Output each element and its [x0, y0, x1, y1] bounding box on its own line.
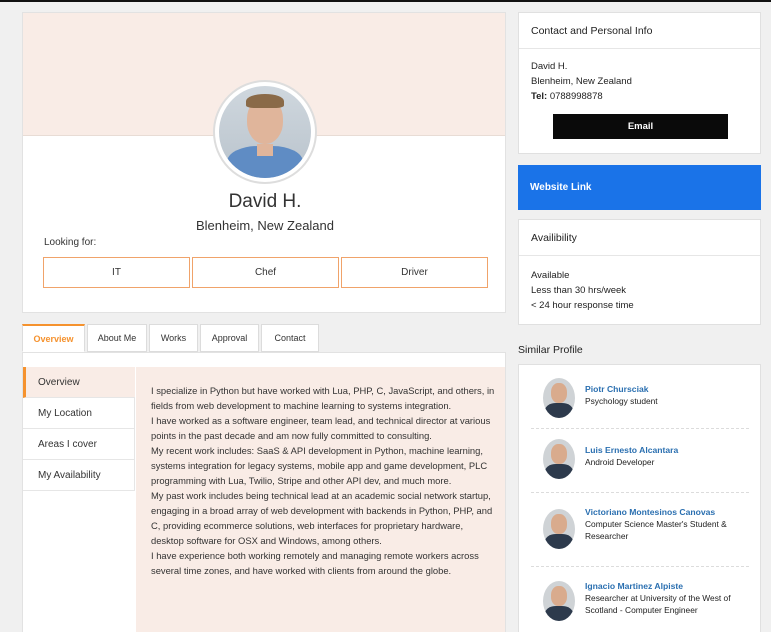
email-button[interactable]: Email [553, 114, 728, 139]
tab-overview[interactable]: Overview [22, 324, 85, 352]
profile-location: Blenheim, New Zealand [195, 218, 335, 233]
side-item-overview[interactable]: Overview [23, 367, 135, 398]
side-item-areas-i-cover[interactable]: Areas I cover [23, 429, 135, 460]
profile-tabs: Overview About Me Works Approval Contact [22, 324, 321, 352]
similar-profile-avatar[interactable] [543, 378, 575, 418]
contact-box: Contact and Personal Info David H. Blenh… [518, 12, 761, 154]
side-item-my-availability[interactable]: My Availability [23, 460, 135, 491]
similar-profile-list: Piotr Chursciak Psychology student Luis … [518, 364, 761, 632]
tel-label: Tel: [531, 91, 548, 102]
contact-location: Blenheim, New Zealand [531, 76, 632, 87]
availability-line: Less than 30 hrs/week [531, 285, 627, 296]
overview-paragraph: My past work includes being technical le… [151, 490, 493, 546]
top-bar [0, 0, 771, 2]
similar-profile-name[interactable]: Luis Ernesto Alcantara [585, 445, 678, 455]
side-menu: Overview My Location Areas I cover My Av… [23, 367, 135, 491]
similar-profile-name[interactable]: Ignacio Martinez Alpiste [585, 581, 683, 591]
similar-profile-role: Psychology student [585, 396, 658, 406]
availability-line: < 24 hour response time [531, 300, 634, 311]
looking-for-label: Looking for: [44, 237, 97, 248]
profile-name: David H. [228, 191, 302, 212]
tel-value: 0788998878 [549, 91, 603, 102]
side-item-my-location[interactable]: My Location [23, 398, 135, 429]
tab-contact[interactable]: Contact [261, 324, 319, 352]
tab-about-me[interactable]: About Me [87, 324, 147, 352]
availability-line: Available [531, 270, 570, 281]
contact-title: Contact and Personal Info [519, 13, 760, 49]
availability-title: Availibility [519, 220, 760, 256]
similar-profile-avatar[interactable] [543, 509, 575, 549]
website-link-button[interactable]: Website Link [518, 165, 761, 210]
similar-profile-title: Similar Profile [518, 344, 583, 356]
contact-name: David H. [531, 61, 568, 72]
tab-approval[interactable]: Approval [200, 324, 259, 352]
similar-profile-name[interactable]: Victoriano Montesinos Canovas [585, 507, 715, 517]
contact-phone: Tel: 0788998878 [519, 89, 760, 104]
similar-profile-avatar[interactable] [543, 439, 575, 479]
similar-profile-role: Computer Science Master's Student & Rese… [585, 519, 727, 541]
similar-profile-avatar[interactable] [543, 581, 575, 621]
overview-panel: I specialize in Python but have worked w… [136, 367, 505, 632]
similar-profile-role: Android Developer [585, 457, 655, 467]
looking-for-it[interactable]: IT [43, 257, 190, 288]
profile-avatar-frame [213, 80, 317, 184]
overview-text: I specialize in Python but have worked w… [151, 383, 497, 578]
similar-profile-name[interactable]: Piotr Chursciak [585, 384, 649, 394]
overview-paragraph: I have experience both working remotely … [151, 550, 479, 576]
overview-paragraph: My recent work includes: SaaS & API deve… [151, 445, 488, 486]
looking-for-driver[interactable]: Driver [341, 257, 488, 288]
availability-box: Availibility Available Less than 30 hrs/… [518, 219, 761, 325]
looking-for-chef[interactable]: Chef [192, 257, 339, 288]
profile-card: David H. Blenheim, New Zealand Looking f… [22, 12, 506, 313]
tab-content: Overview My Location Areas I cover My Av… [22, 352, 506, 632]
overview-paragraph: I have worked as a software engineer, te… [151, 415, 491, 441]
profile-avatar [219, 86, 311, 178]
tab-works[interactable]: Works [149, 324, 198, 352]
similar-profile-role: Researcher at University of the West of … [585, 593, 731, 615]
overview-paragraph: I specialize in Python but have worked w… [151, 385, 495, 411]
